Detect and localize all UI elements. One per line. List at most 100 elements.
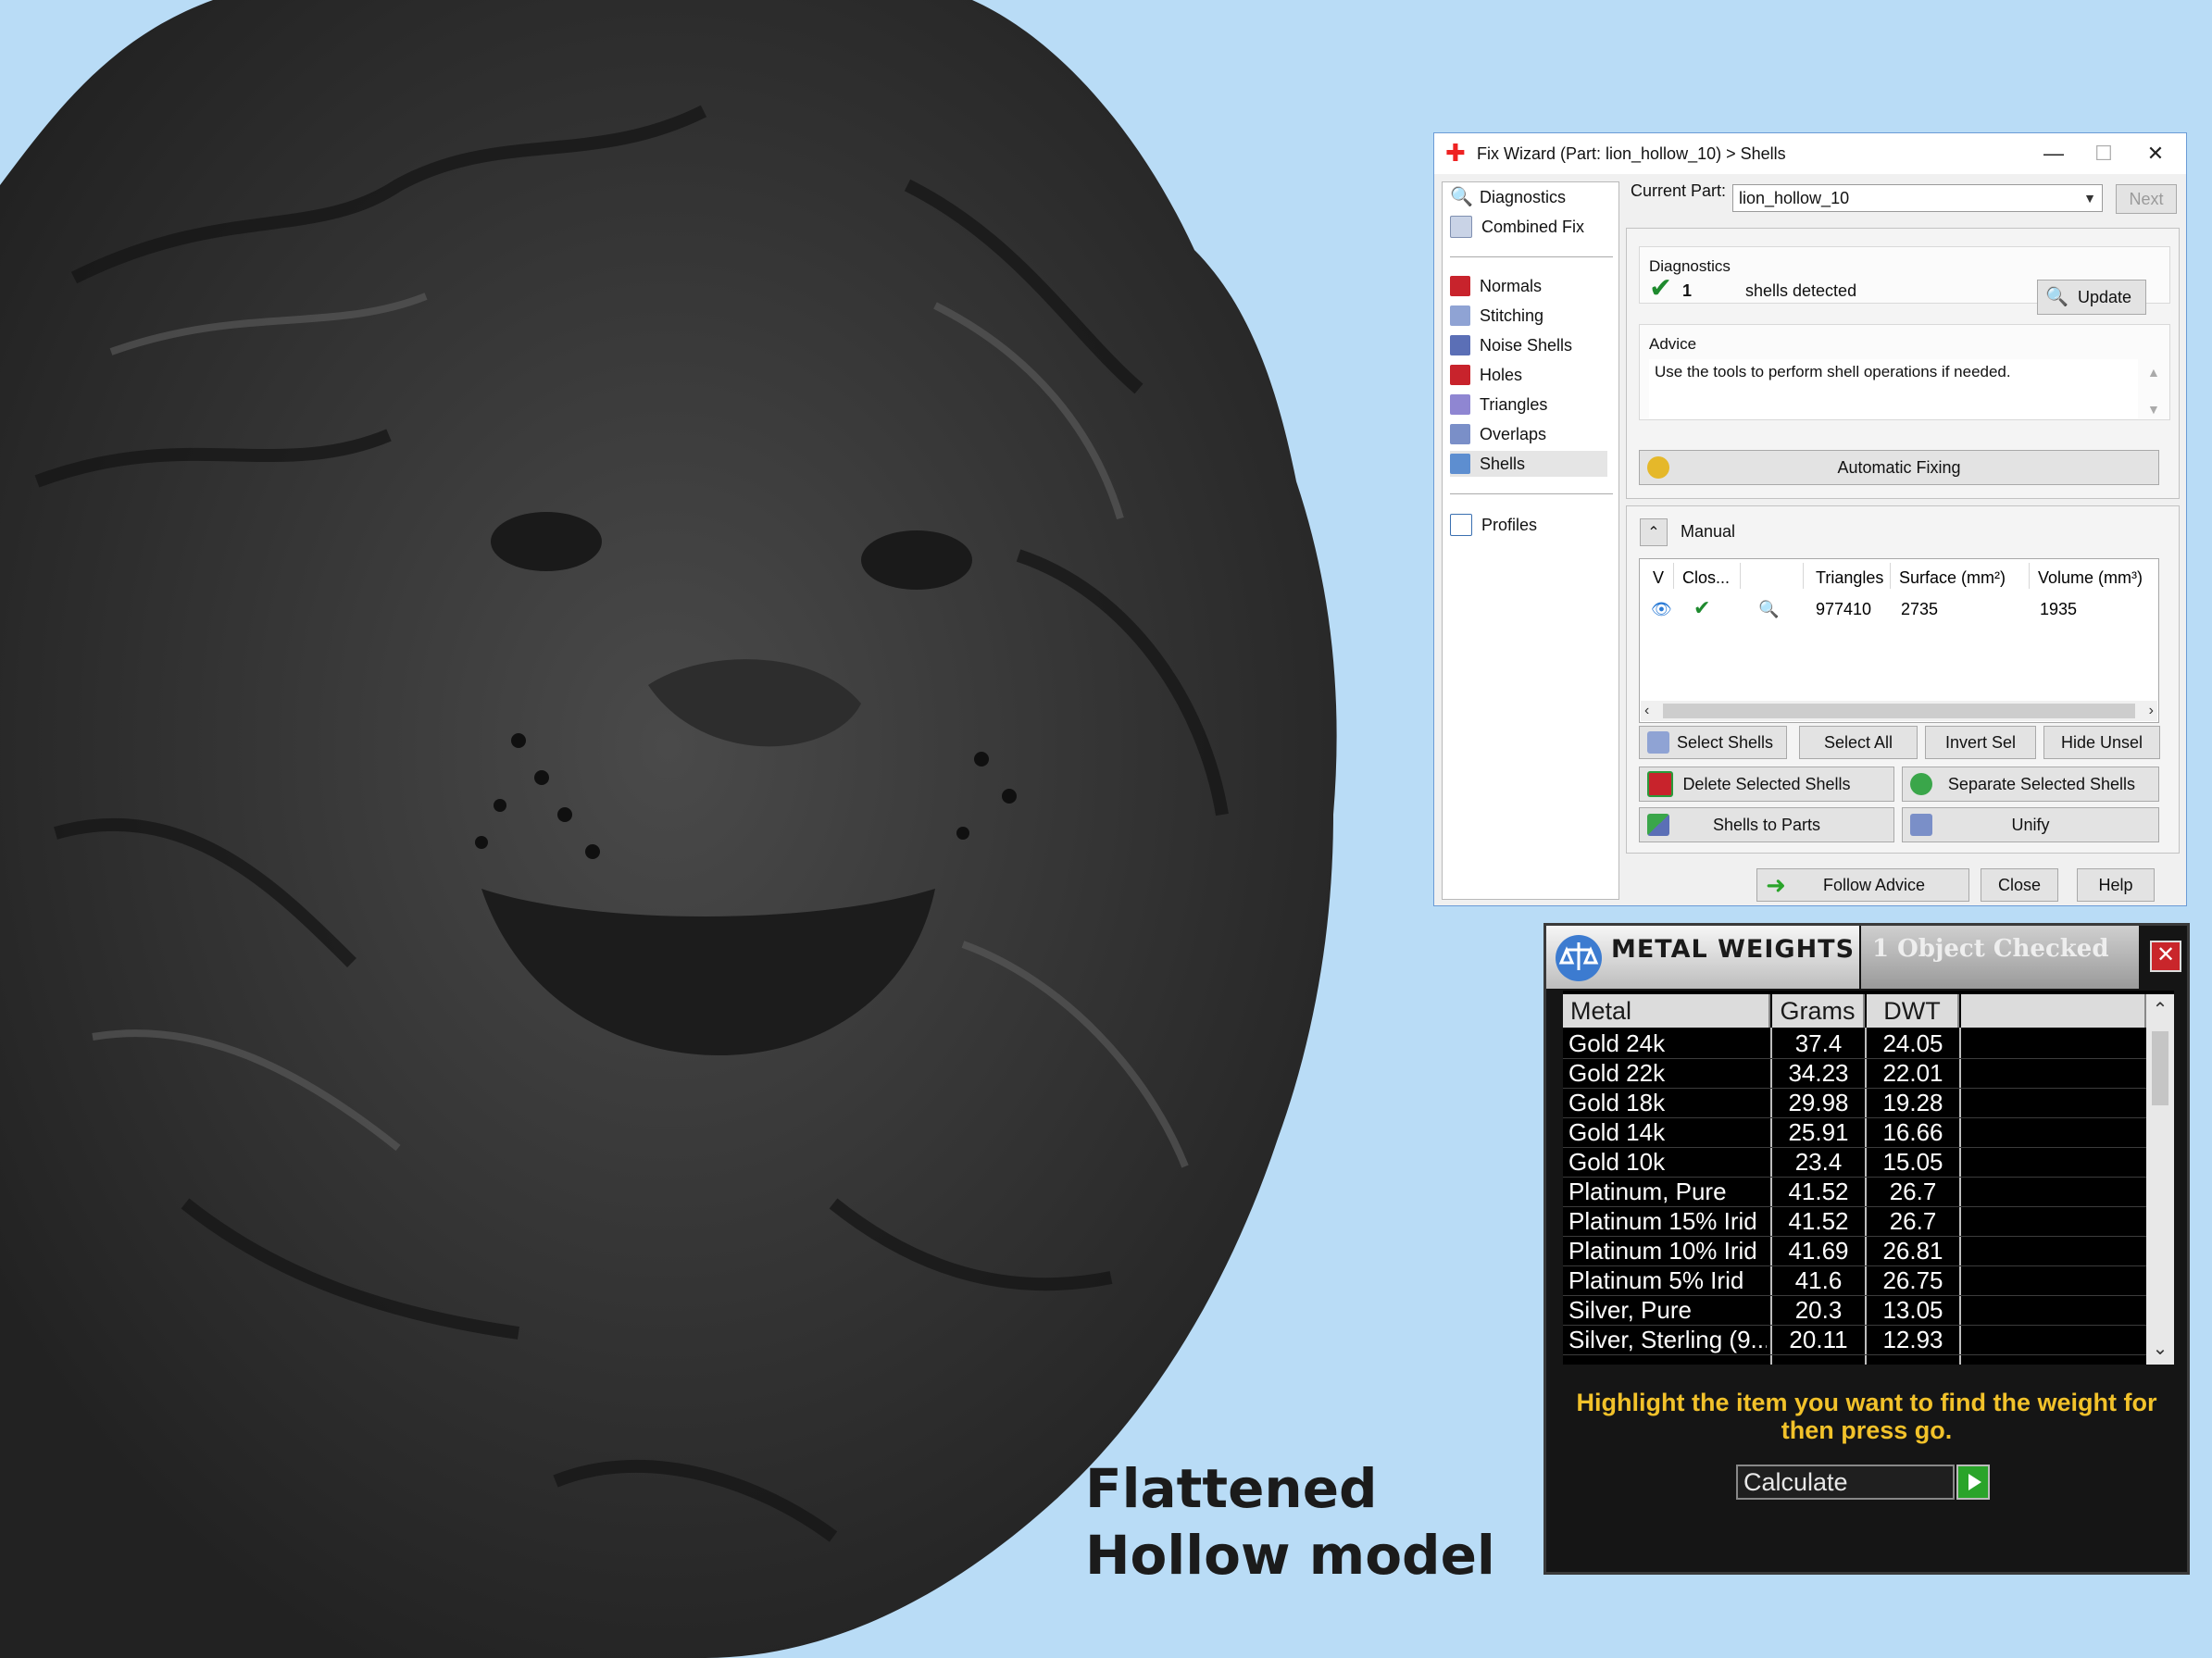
vertical-scrollbar[interactable]: ⌃ ⌄	[2146, 994, 2174, 1365]
fix-wizard-titlebar[interactable]: ✚ Fix Wizard (Part: lion_hollow_10) > Sh…	[1434, 133, 2186, 174]
grams-value: 41.69	[1788, 1237, 1849, 1265]
arrow-right-icon: ➜	[1766, 871, 1786, 899]
sidebar-item-noise-shells[interactable]: Noise Shells	[1450, 332, 1572, 358]
gears-icon	[1647, 456, 1669, 479]
eye-icon[interactable]: 👁	[1651, 600, 1672, 619]
column-header-metal[interactable]: Metal	[1563, 994, 1770, 1028]
shell-list[interactable]: V Clos... Triangles Surface (mm²) Volume…	[1639, 558, 2159, 723]
select-shells-button[interactable]: Select Shells	[1639, 726, 1787, 759]
grams-value: 41.52	[1788, 1207, 1849, 1235]
stitching-cube-icon	[1450, 305, 1470, 326]
close-icon[interactable]: ✕	[2134, 137, 2177, 170]
metal-name: Gold 10k	[1568, 1148, 1666, 1176]
sidebar-item-shells[interactable]: Shells	[1450, 451, 1607, 477]
column-header-dwt[interactable]: DWT	[1867, 994, 1959, 1028]
minimize-icon[interactable]: —	[2032, 137, 2075, 170]
lion-left-eye	[491, 512, 602, 571]
hide-unsel-button[interactable]: Hide Unsel	[2043, 726, 2160, 759]
update-button[interactable]: 🔍 Update	[2037, 280, 2146, 315]
sidebar-item-normals[interactable]: Normals	[1450, 273, 1542, 299]
sidebar-item-diagnostics[interactable]: 🔍 Diagnostics	[1450, 184, 1566, 210]
sidebar-item-holes[interactable]: Holes	[1450, 362, 1522, 388]
shells-to-parts-label: Shells to Parts	[1712, 815, 1821, 834]
scrollbar-thumb[interactable]	[1663, 704, 2135, 718]
caption-line-2: Hollow model	[1085, 1524, 1495, 1587]
metal-weights-table[interactable]: Metal Grams DWT Gold 24k 37.4 24.05 Gold 22…	[1563, 991, 2174, 1365]
sidebar-divider	[1450, 256, 1613, 257]
follow-advice-button[interactable]: ➜ Follow Advice	[1756, 868, 1969, 902]
chevron-up-icon: ⌃	[1647, 525, 1660, 541]
document-icon	[1450, 514, 1472, 536]
collapse-manual-button[interactable]: ⌃	[1640, 518, 1668, 546]
close-icon[interactable]: ✕	[2150, 941, 2181, 972]
separate-selected-shells-button[interactable]: Separate Selected Shells	[1902, 767, 2159, 802]
select-shells-label: Select Shells	[1676, 732, 1774, 752]
current-part-label: Current Part:	[1631, 181, 1727, 200]
help-button[interactable]: Help	[2077, 868, 2155, 902]
metal-name: Gold 22k	[1568, 1059, 1666, 1087]
magnifier-icon[interactable]: 🔍	[1758, 600, 1779, 619]
metal-name: Platinum, Pure	[1568, 1178, 1727, 1205]
separate-icon	[1910, 773, 1932, 795]
sidebar-item-combined-fix[interactable]: Combined Fix	[1450, 214, 1584, 240]
next-button[interactable]: Next	[2116, 184, 2177, 214]
caption-line-1: Flattened	[1085, 1457, 1378, 1520]
scroll-down-icon[interactable]: ⌄	[2146, 1337, 2174, 1360]
noise-shells-cube-icon	[1450, 335, 1470, 355]
automatic-fixing-button[interactable]: Automatic Fixing	[1639, 450, 2159, 485]
sidebar-item-label: Normals	[1480, 276, 1543, 295]
surface-value: 2735	[1901, 600, 1939, 618]
sidebar-item-stitching[interactable]: Stitching	[1450, 303, 1543, 329]
follow-advice-label: Follow Advice	[1822, 875, 1926, 894]
delete-cube-icon	[1647, 771, 1673, 797]
shells-to-parts-button[interactable]: Shells to Parts	[1639, 807, 1894, 842]
lion-mesh-model	[0, 0, 1337, 1658]
column-divider	[1673, 563, 1674, 589]
scroll-up-icon[interactable]: ⌃	[2146, 998, 2174, 1021]
scroll-up-icon[interactable]: ▲	[2147, 365, 2160, 380]
sidebar-item-label: Shells	[1480, 454, 1526, 473]
select-all-button[interactable]: Select All	[1799, 726, 1918, 759]
scroll-right-icon[interactable]: ›	[2149, 701, 2154, 721]
column-header-surface[interactable]: Surface (mm²)	[1899, 568, 2006, 588]
advice-text: Use the tools to perform shell operation…	[1655, 363, 2011, 380]
magnifier-icon: 🔍	[1450, 187, 1473, 207]
lion-head-silhouette	[0, 0, 1337, 1658]
grams-value: 41.52	[1788, 1178, 1849, 1205]
current-part-select[interactable]: lion_hollow_10 ▼	[1732, 184, 2103, 212]
sidebar-item-overlaps[interactable]: Overlaps	[1450, 421, 1546, 447]
metal-name: Gold 14k	[1568, 1118, 1666, 1146]
calculate-select[interactable]: Calculate	[1736, 1465, 1955, 1500]
grams-value: 25.91	[1788, 1118, 1849, 1146]
column-header-triangles[interactable]: Triangles	[1816, 568, 1883, 588]
invert-sel-button[interactable]: Invert Sel	[1925, 726, 2036, 759]
calculate-label: Calculate	[1743, 1468, 1848, 1496]
grams-value: 20.3	[1794, 1296, 1843, 1324]
maximize-icon[interactable]: ☐	[2082, 137, 2125, 170]
delete-selected-shells-button[interactable]: Delete Selected Shells	[1639, 767, 1894, 802]
scroll-down-icon[interactable]: ▼	[2147, 402, 2160, 417]
dwt-value: 24.05	[1882, 1029, 1943, 1057]
shells-cube-icon	[1450, 454, 1470, 474]
column-header-visible[interactable]: V	[1653, 568, 1664, 588]
close-button[interactable]: Close	[1981, 868, 2058, 902]
dwt-value: 22.01	[1882, 1059, 1943, 1087]
column-header-closed[interactable]: Clos...	[1682, 568, 1730, 588]
dwt-value: 16.66	[1882, 1118, 1943, 1146]
magnifier-icon: 🔍	[2045, 287, 2068, 307]
overlaps-cube-icon	[1450, 424, 1470, 444]
column-header-volume[interactable]: Volume (mm³)	[2038, 568, 2143, 588]
grams-value: 29.98	[1788, 1089, 1849, 1116]
sidebar-item-label: Overlaps	[1480, 424, 1547, 443]
horizontal-scrollbar[interactable]: ‹ ›	[1641, 701, 2157, 721]
metal-name: Silver, Sterling (9...	[1568, 1326, 1767, 1353]
scroll-left-icon[interactable]: ‹	[1644, 701, 1649, 721]
unify-button[interactable]: Unify	[1902, 807, 2159, 842]
sidebar-item-profiles[interactable]: Profiles	[1450, 512, 1537, 538]
sidebar-item-triangles[interactable]: Triangles	[1450, 392, 1547, 418]
normals-cube-icon	[1450, 276, 1470, 296]
column-header-grams[interactable]: Grams	[1772, 994, 1865, 1028]
scrollbar-thumb[interactable]	[2152, 1031, 2168, 1105]
advice-textbox[interactable]: Use the tools to perform shell operation…	[1649, 359, 2138, 418]
go-button[interactable]	[1956, 1465, 1990, 1500]
